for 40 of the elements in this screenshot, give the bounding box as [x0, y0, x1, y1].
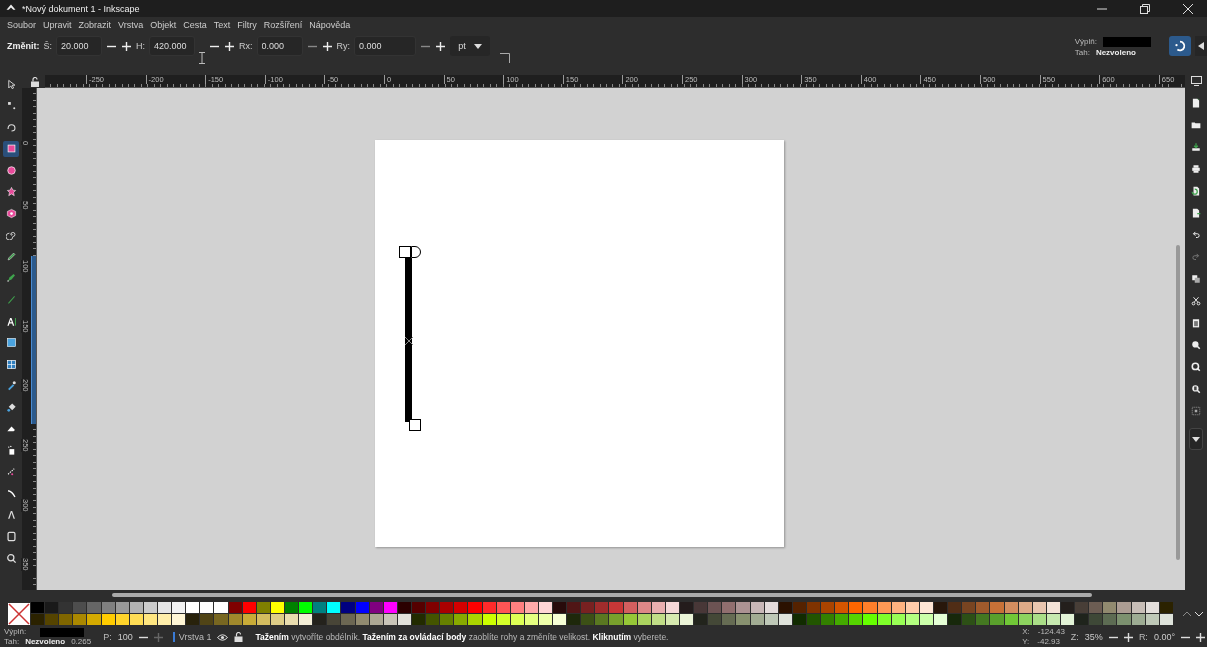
stroke-label: Tah:: [4, 637, 20, 647]
tool-controls-heading: Změnit:: [7, 40, 40, 53]
opacity-value: 100: [117, 632, 133, 642]
number-field[interactable]: 0.000: [354, 36, 416, 56]
field-label: Ry:: [336, 40, 350, 53]
menu-item[interactable]: Cesta: [183, 20, 207, 30]
unit-dropdown[interactable]: pt: [450, 36, 490, 56]
menu-item[interactable]: Objekt: [150, 20, 177, 30]
field-label: Š:: [43, 40, 52, 53]
rotation-label: R:: [1138, 632, 1148, 642]
opacity-label: P:: [103, 632, 112, 642]
menu-item[interactable]: Text: [213, 20, 231, 30]
y-label: Y:: [1022, 637, 1030, 647]
fill-label: Výplň:: [4, 627, 27, 637]
stroke-width: 0.265: [71, 637, 92, 647]
fill-label: Výplň:: [1074, 37, 1097, 47]
stroke-value: Nezvoleno: [1095, 48, 1136, 58]
y-coordinate: -42.93: [1037, 637, 1060, 647]
field-label: Rx:: [239, 40, 253, 53]
stroke-value: Nezvoleno: [25, 637, 66, 647]
menu-item[interactable]: Vrstva: [118, 20, 144, 30]
x-label: X:: [1022, 627, 1030, 637]
status-message: Tažením vytvoříte obdélník. Tažením za ovládací body zaoblíte rohy a změníte velikost. Kliknutím vyberete.: [255, 632, 669, 642]
menu-item[interactable]: Rozšíření: [263, 20, 303, 30]
zoom-value: 35%: [1084, 632, 1103, 642]
menu-item[interactable]: Soubor: [7, 20, 37, 30]
menu-item[interactable]: Upravit: [43, 20, 72, 30]
zoom-label: Z:: [1070, 632, 1079, 642]
number-field[interactable]: 0.000: [256, 36, 303, 56]
number-field[interactable]: 20.000: [56, 36, 102, 56]
stroke-label: Tah:: [1074, 48, 1090, 58]
menu-item[interactable]: Nápověda: [309, 20, 351, 30]
number-field[interactable]: 420.000: [149, 36, 195, 56]
rotation-value: 0.00°: [1153, 632, 1175, 642]
layer-selector[interactable]: Vrstva 1: [172, 632, 212, 642]
menu-item[interactable]: Zobrazit: [78, 20, 112, 30]
menu-item[interactable]: Filtry: [237, 20, 257, 30]
x-coordinate: -124.43: [1037, 627, 1065, 637]
window-title: *Nový dokument 1 - Inkscape: [22, 3, 140, 14]
field-label: H:: [136, 40, 145, 53]
